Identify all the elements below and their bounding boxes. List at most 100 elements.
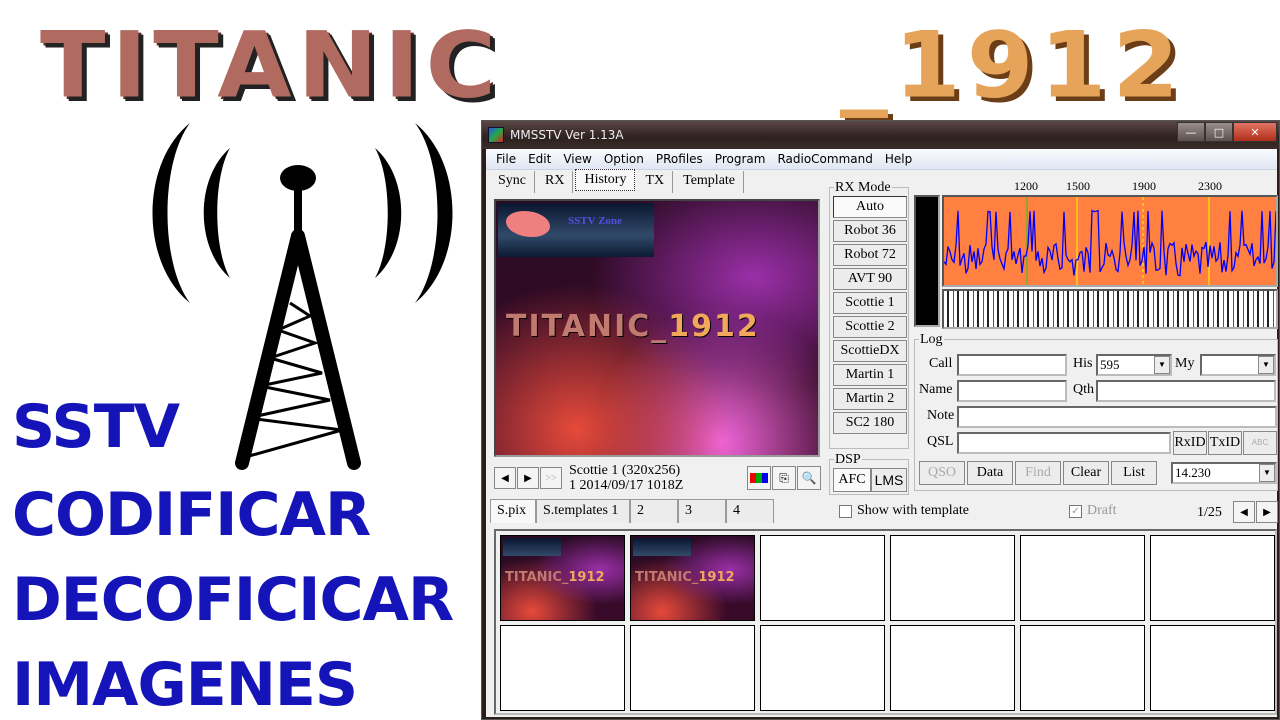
- image-title: TITANIC_1912: [506, 309, 760, 344]
- menu-edit[interactable]: Edit: [522, 152, 557, 166]
- thumbnail[interactable]: [890, 535, 1015, 621]
- log-group: Log Call His 595 ▼ My ▼ Name Qth Note QSL…: [914, 332, 1278, 491]
- mode-martin2[interactable]: Martin 2: [833, 388, 907, 410]
- menu-file[interactable]: File: [490, 152, 522, 166]
- thumbnail-grid: TITANIC_1912 TITANIC_1912: [494, 529, 1277, 715]
- waterfall-display[interactable]: [942, 289, 1278, 329]
- menu-profiles[interactable]: PRofiles: [650, 152, 709, 166]
- tab-tx[interactable]: TX: [637, 171, 674, 193]
- note-label: Note: [927, 408, 955, 423]
- his-label: His: [1073, 356, 1093, 371]
- chevron-down-icon[interactable]: ▼: [1258, 356, 1274, 374]
- menu-program[interactable]: Program: [709, 152, 772, 166]
- name-field[interactable]: [957, 380, 1067, 402]
- abc-button[interactable]: ABC: [1243, 431, 1277, 455]
- draft-label: Draft: [1087, 503, 1117, 518]
- my-select[interactable]: ▼: [1200, 354, 1276, 376]
- mode-auto[interactable]: Auto: [833, 196, 907, 218]
- tab-rx[interactable]: RX: [537, 171, 574, 193]
- history-nav: ◀ ▶ >>: [494, 467, 563, 489]
- thumbnail[interactable]: [760, 535, 885, 621]
- clear-button[interactable]: Clear: [1063, 461, 1109, 485]
- menu-radiocommand[interactable]: RadioCommand: [771, 152, 878, 166]
- draft-checkbox[interactable]: ✓: [1069, 505, 1082, 518]
- mode-scottie2[interactable]: Scottie 2: [833, 316, 907, 338]
- name-label: Name: [919, 382, 953, 397]
- frequency-select[interactable]: 14.230 ▼: [1171, 462, 1277, 484]
- thumbnail[interactable]: [760, 625, 885, 711]
- menu-help[interactable]: Help: [879, 152, 918, 166]
- mode-scottiedx[interactable]: ScottieDX: [833, 340, 907, 362]
- menu-bar: File Edit View Option PRofiles Program R…: [486, 149, 1277, 170]
- prev-image-button[interactable]: ◀: [494, 467, 516, 489]
- tab-2[interactable]: 2: [630, 499, 678, 523]
- app-icon: [488, 127, 504, 143]
- mode-martin1[interactable]: Martin 1: [833, 364, 907, 386]
- chevron-down-icon[interactable]: ▼: [1154, 356, 1170, 374]
- received-image[interactable]: SSTV Zone TITANIC_1912: [494, 199, 820, 457]
- thumbnail[interactable]: [1150, 625, 1275, 711]
- find-button[interactable]: Find: [1015, 461, 1061, 485]
- tab-s-pix[interactable]: S.pix: [490, 499, 536, 523]
- show-with-template-label: Show with template: [857, 503, 969, 518]
- note-field[interactable]: [957, 406, 1277, 428]
- call-field[interactable]: [957, 354, 1067, 376]
- title-bar[interactable]: MMSSTV Ver 1.13A — □ ✕: [482, 121, 1279, 149]
- mode-avt90[interactable]: AVT 90: [833, 268, 907, 290]
- color-bars-icon[interactable]: [747, 466, 771, 490]
- thumbnail[interactable]: [1020, 535, 1145, 621]
- page-next-button[interactable]: ▶: [1256, 501, 1278, 523]
- qth-field[interactable]: [1096, 380, 1276, 402]
- qso-button[interactable]: QSO: [919, 461, 965, 485]
- data-button[interactable]: Data: [967, 461, 1013, 485]
- spectrum-display[interactable]: [942, 195, 1278, 287]
- page-prev-button[interactable]: ◀: [1233, 501, 1255, 523]
- image-header: SSTV Zone: [498, 203, 654, 257]
- skip-button[interactable]: >>: [540, 467, 562, 489]
- thumbnail[interactable]: [1020, 625, 1145, 711]
- freq-label-2300: 2300: [1198, 179, 1222, 193]
- mode-sc2-180[interactable]: SC2 180: [833, 412, 907, 434]
- his-select[interactable]: 595 ▼: [1096, 354, 1172, 376]
- window-title: MMSSTV Ver 1.13A: [510, 128, 624, 142]
- tab-s-templates-1[interactable]: S.templates 1: [536, 499, 630, 523]
- close-button[interactable]: ✕: [1233, 122, 1277, 142]
- frequency-scale: 1200 1500 1900 2300: [942, 179, 1280, 193]
- tab-history[interactable]: History: [575, 169, 636, 191]
- afc-button[interactable]: AFC: [833, 468, 871, 492]
- maximize-button[interactable]: □: [1205, 122, 1233, 142]
- thumbnail[interactable]: [500, 625, 625, 711]
- mode-robot36[interactable]: Robot 36: [833, 220, 907, 242]
- thumbnail[interactable]: [1150, 535, 1275, 621]
- his-value: 595: [1100, 357, 1120, 372]
- txid-button[interactable]: TxID: [1208, 431, 1242, 455]
- tab-3[interactable]: 3: [678, 499, 726, 523]
- menu-option[interactable]: Option: [598, 152, 650, 166]
- zoom-icon[interactable]: 🔍: [797, 466, 821, 490]
- lms-button[interactable]: LMS: [871, 468, 907, 492]
- next-image-button[interactable]: ▶: [517, 467, 539, 489]
- chevron-down-icon[interactable]: ▼: [1259, 464, 1275, 482]
- tab-4[interactable]: 4: [726, 499, 774, 523]
- thumbnail[interactable]: TITANIC_1912: [630, 535, 755, 621]
- list-button[interactable]: List: [1111, 461, 1157, 485]
- side-text-line-4: IMAGENES: [12, 650, 358, 720]
- minimize-button[interactable]: —: [1177, 122, 1205, 142]
- spectrum-trace: [944, 209, 1276, 277]
- menu-view[interactable]: View: [557, 152, 597, 166]
- copy-icon[interactable]: ⎘: [772, 466, 796, 490]
- thumbnail[interactable]: TITANIC_1912: [500, 535, 625, 621]
- mode-scottie1[interactable]: Scottie 1: [833, 292, 907, 314]
- rxid-button[interactable]: RxID: [1173, 431, 1207, 455]
- tab-template[interactable]: Template: [675, 171, 745, 193]
- show-with-template-checkbox[interactable]: [839, 505, 852, 518]
- history-options: Show with template ✓ Draft 1/25 ◀ ▶: [829, 501, 1279, 523]
- mode-robot72[interactable]: Robot 72: [833, 244, 907, 266]
- dsp-group: DSP AFC LMS: [829, 452, 909, 495]
- tab-sync[interactable]: Sync: [490, 171, 535, 193]
- fox-logo-icon: [506, 211, 550, 237]
- thumbnail[interactable]: [890, 625, 1015, 711]
- thumbnail[interactable]: [630, 625, 755, 711]
- call-label: Call: [929, 356, 953, 371]
- qsl-field[interactable]: [957, 432, 1171, 454]
